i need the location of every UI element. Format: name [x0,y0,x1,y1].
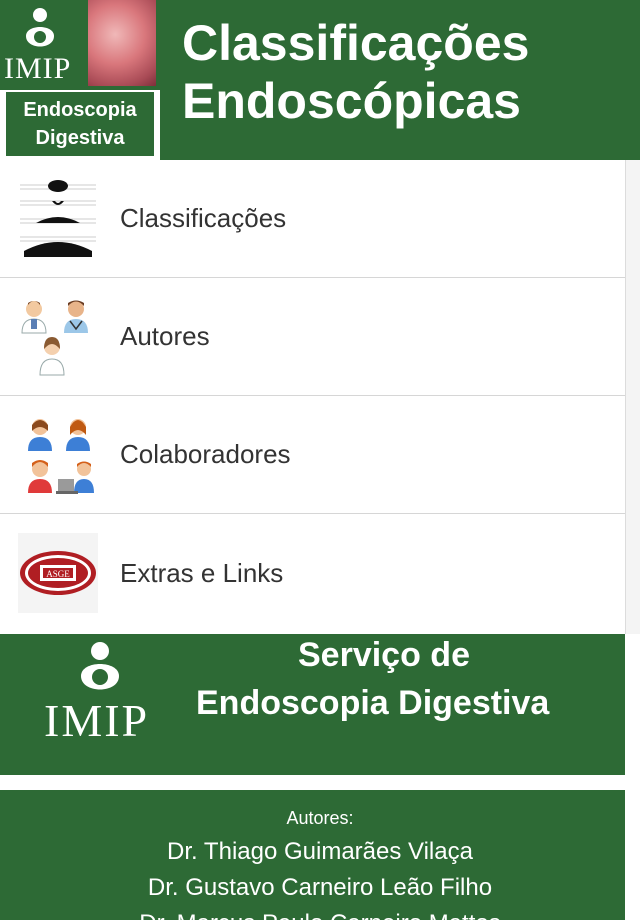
main-menu: Classificações Autores Colaboradores ASG… [0,160,625,634]
classification-chart-icon [18,179,98,259]
authors-banner: Autores: Dr. Thiago Guimarães Vilaça Dr.… [0,790,625,920]
logo-subtitle-line1: Endoscopia [23,99,137,121]
author-name: Dr. Marcus Paulo Carneiro Mattos [0,910,625,920]
logo-top: IMIP [0,0,160,90]
page-title-line1: Classificações [182,15,530,71]
menu-item-autores[interactable]: Autores [0,278,625,396]
logo-subtitle-line2: Digestiva [35,127,125,149]
menu-label-extras-links: Extras e Links [120,557,284,588]
menu-label-autores: Autores [120,321,210,351]
menu-item-classificacoes[interactable]: Classificações [0,160,625,278]
page-title: Classificações Endoscópicas [182,14,632,130]
imip-emblem-icon [26,8,54,47]
author-name: Dr. Thiago Guimarães Vilaça [167,838,473,865]
service-line2: Endoscopia Digestiva [196,684,550,722]
logo-subtitle: Endoscopia Digestiva [6,92,154,156]
imip-logo: IMIP Endoscopia Digestiva [0,0,160,160]
banner-divider [0,775,625,790]
menu-label-classificacoes: Classificações [120,203,287,233]
svg-text:ASGE: ASGE [46,569,70,579]
logo-imip-text: IMIP [4,52,72,85]
imip-emblem-icon [81,642,119,690]
page-title-line2: Endoscópicas [182,73,521,129]
header-banner: IMIP Endoscopia Digestiva Classificações… [0,0,640,160]
collaborators-icon [18,415,98,495]
author-name: Dr. Gustavo Carneiro Leão Filho [147,874,493,901]
service-line1: Serviço de [298,636,470,674]
menu-item-colaboradores[interactable]: Colaboradores [0,396,625,514]
authors-title: Autores: [286,808,354,828]
menu-label-colaboradores: Colaboradores [120,439,291,469]
footer-imip-text: IMIP [44,695,150,746]
endoscopy-photo [88,0,156,86]
asge-logo-icon: ASGE [18,533,98,613]
menu-item-extras-links[interactable]: ASGE Extras e Links [0,514,625,632]
scrollbar[interactable] [625,160,640,634]
service-banner: IMIP Serviço de Endoscopia Digestiva [0,634,625,775]
doctors-icon [18,297,98,377]
